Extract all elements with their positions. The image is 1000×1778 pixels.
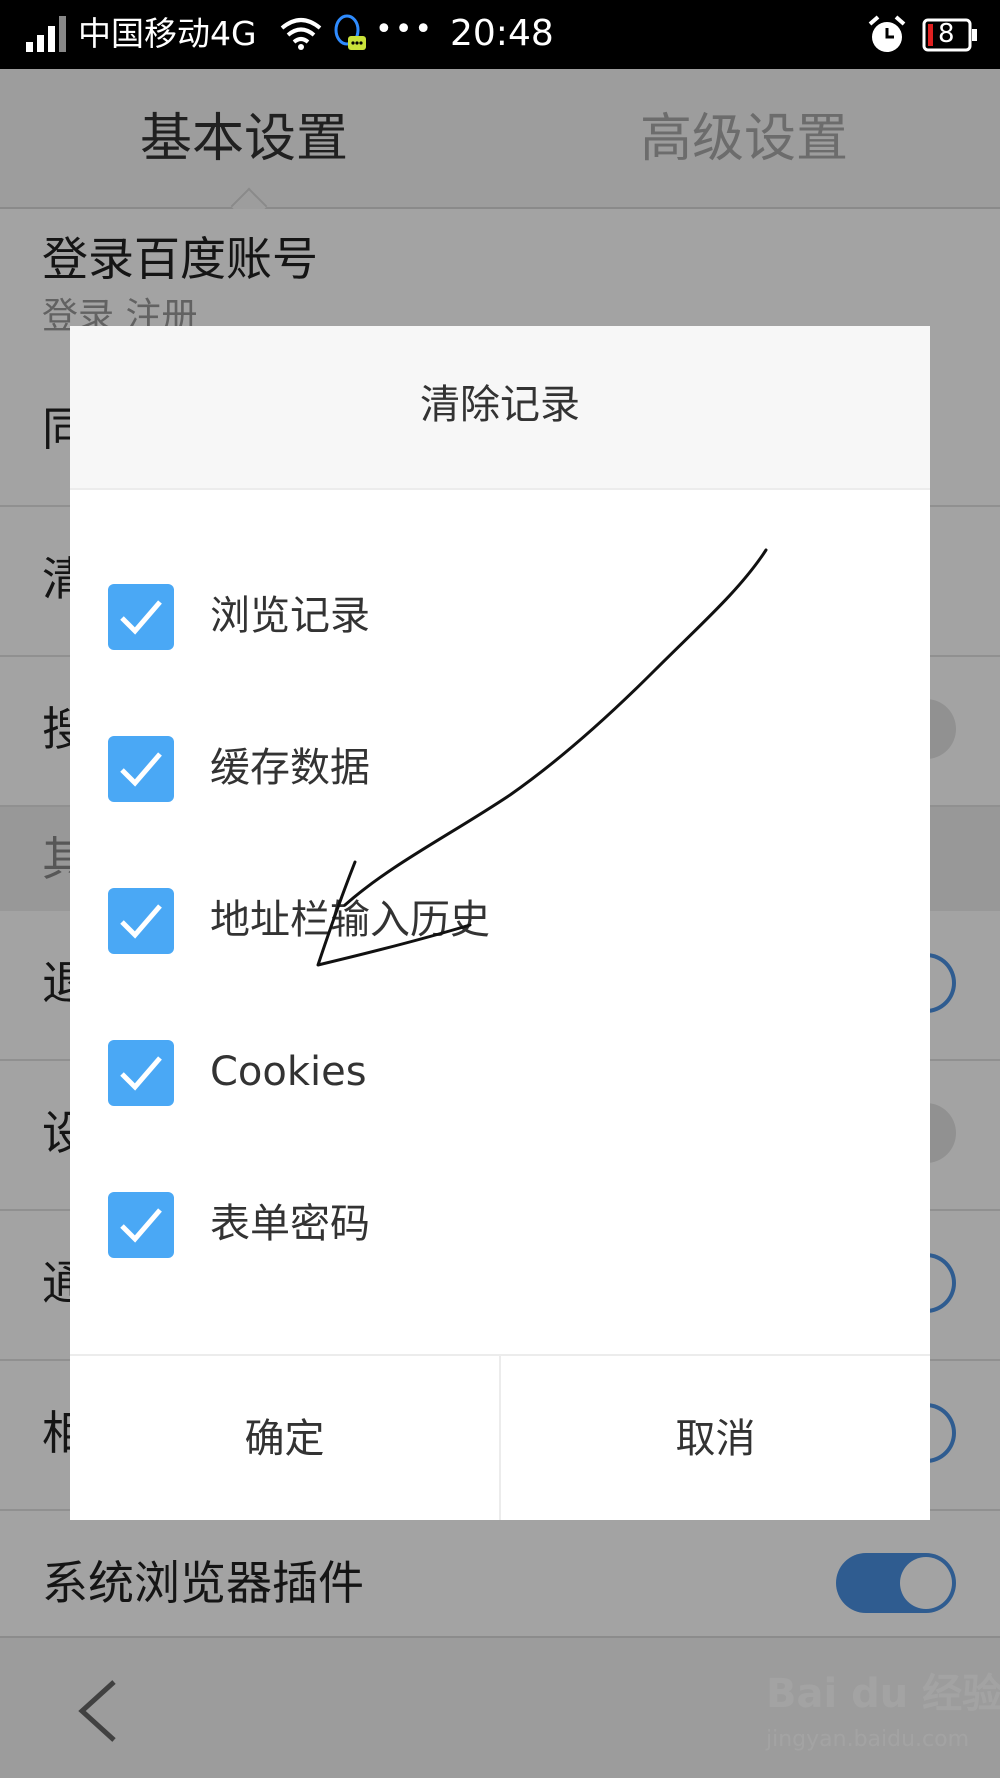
dialog-button-bar: 确定 取消 <box>70 1354 930 1520</box>
checkbox-cache-data[interactable] <box>108 736 174 802</box>
checkmark-icon <box>120 752 162 787</box>
checkmark-icon <box>120 600 162 635</box>
carrier-label: 中国移动4G <box>78 14 257 53</box>
option-browsing-history[interactable]: 浏览记录 <box>108 578 888 658</box>
checkmark-icon <box>120 904 162 939</box>
checkmark-icon <box>120 1208 162 1243</box>
option-cookies[interactable]: Cookies <box>108 1034 888 1114</box>
cancel-button[interactable]: 取消 <box>501 1356 930 1520</box>
clock-time: 20:48 <box>450 13 554 54</box>
option-label: 浏览记录 <box>210 593 370 639</box>
option-label: Cookies <box>210 1049 367 1095</box>
option-label: 地址栏输入历史 <box>210 897 490 943</box>
alarm-icon <box>868 15 906 52</box>
wifi-icon <box>280 18 322 50</box>
status-bar: 中国移动4G ••• 20:48 8 <box>0 0 1000 69</box>
option-form-passwords[interactable]: 表单密码 <box>108 1186 888 1266</box>
option-label: 表单密码 <box>210 1201 370 1247</box>
confirm-button[interactable]: 确定 <box>70 1356 501 1520</box>
checkbox-form-passwords[interactable] <box>108 1192 174 1258</box>
checkbox-cookies[interactable] <box>108 1040 174 1106</box>
option-cache-data[interactable]: 缓存数据 <box>108 730 888 810</box>
checkbox-browsing-history[interactable] <box>108 584 174 650</box>
dialog-header: 清除记录 <box>70 326 930 490</box>
dialog-title: 清除记录 <box>420 382 580 428</box>
checkmark-icon <box>120 1056 162 1091</box>
clear-records-dialog: 清除记录 浏览记录 缓存数据 地址栏输入历史 Cookies 表单密码 确定 取… <box>70 326 930 1520</box>
signal-icon <box>26 16 66 52</box>
checkbox-address-bar-history[interactable] <box>108 888 174 954</box>
option-label: 缓存数据 <box>210 745 370 791</box>
option-address-bar-history[interactable]: 地址栏输入历史 <box>108 882 888 962</box>
battery-level: 8 <box>938 19 955 49</box>
more-notifications-icon: ••• <box>375 12 435 47</box>
qq-notification-icon <box>334 14 366 50</box>
